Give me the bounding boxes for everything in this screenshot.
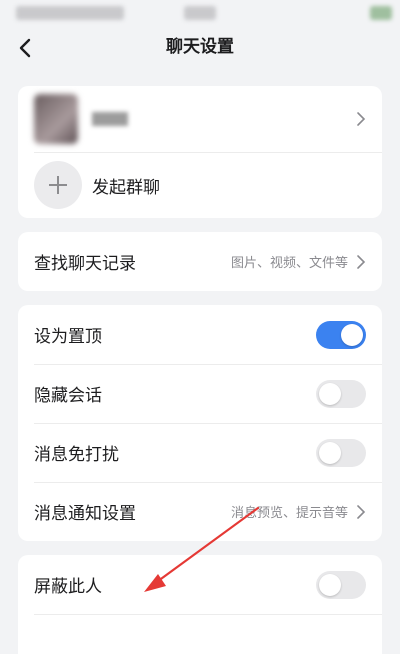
toggle-knob (319, 441, 341, 464)
back-icon[interactable] (14, 36, 38, 60)
search-history-card: 查找聊天记录 图片、视频、文件等 (18, 232, 382, 291)
pin-chat-row[interactable]: 设为置顶 (18, 305, 382, 364)
pin-chat-toggle[interactable] (316, 320, 366, 349)
toggle-knob (319, 573, 341, 596)
notification-settings-row[interactable]: 消息通知设置 消息预览、提示音等 (18, 482, 382, 541)
hide-chat-toggle[interactable] (316, 379, 366, 408)
block-user-label: 屏蔽此人 (34, 577, 102, 597)
contact-name-blurred (92, 112, 128, 126)
pin-chat-label: 设为置顶 (34, 327, 102, 347)
notification-settings-hint: 消息预览、提示音等 (230, 506, 348, 521)
contact-profile-row[interactable] (18, 86, 382, 152)
block-user-toggle[interactable] (316, 570, 366, 599)
status-blur-right (370, 6, 392, 20)
hide-chat-label: 隐藏会话 (34, 386, 102, 406)
search-history-label: 查找聊天记录 (34, 254, 136, 274)
hide-chat-row[interactable]: 隐藏会话 (18, 364, 382, 423)
block-user-row[interactable]: 屏蔽此人 (18, 555, 382, 614)
search-history-row[interactable]: 查找聊天记录 图片、视频、文件等 (18, 232, 382, 291)
search-history-hint: 图片、视频、文件等 (230, 256, 348, 271)
plus-icon[interactable] (34, 161, 82, 209)
toggle-knob (341, 323, 363, 346)
mute-toggle[interactable] (316, 438, 366, 467)
next-row-partial[interactable] (18, 614, 382, 654)
page-title: 聊天设置 (166, 37, 234, 57)
status-bar (0, 0, 400, 32)
notification-settings-label: 消息通知设置 (34, 504, 136, 524)
start-group-chat-label: 发起群聊 (92, 177, 160, 198)
chevron-right-icon (357, 254, 366, 269)
privacy-card: 屏蔽此人 (18, 555, 382, 654)
avatar[interactable] (34, 94, 78, 144)
status-blur-left (16, 6, 124, 20)
contact-card: 发起群聊 (18, 86, 382, 218)
mute-label: 消息免打扰 (34, 445, 119, 465)
toggle-knob (319, 382, 341, 405)
mute-row[interactable]: 消息免打扰 (18, 423, 382, 482)
nav-bar: 聊天设置 (0, 32, 400, 68)
start-group-chat-row[interactable]: 发起群聊 (18, 152, 382, 218)
chevron-right-icon (357, 504, 366, 519)
chevron-right-icon (357, 112, 366, 126)
status-blur-middle (184, 6, 216, 20)
chat-options-card: 设为置顶 隐藏会话 消息免打扰 消息通知设置 消息预览、提示音等 (18, 305, 382, 541)
